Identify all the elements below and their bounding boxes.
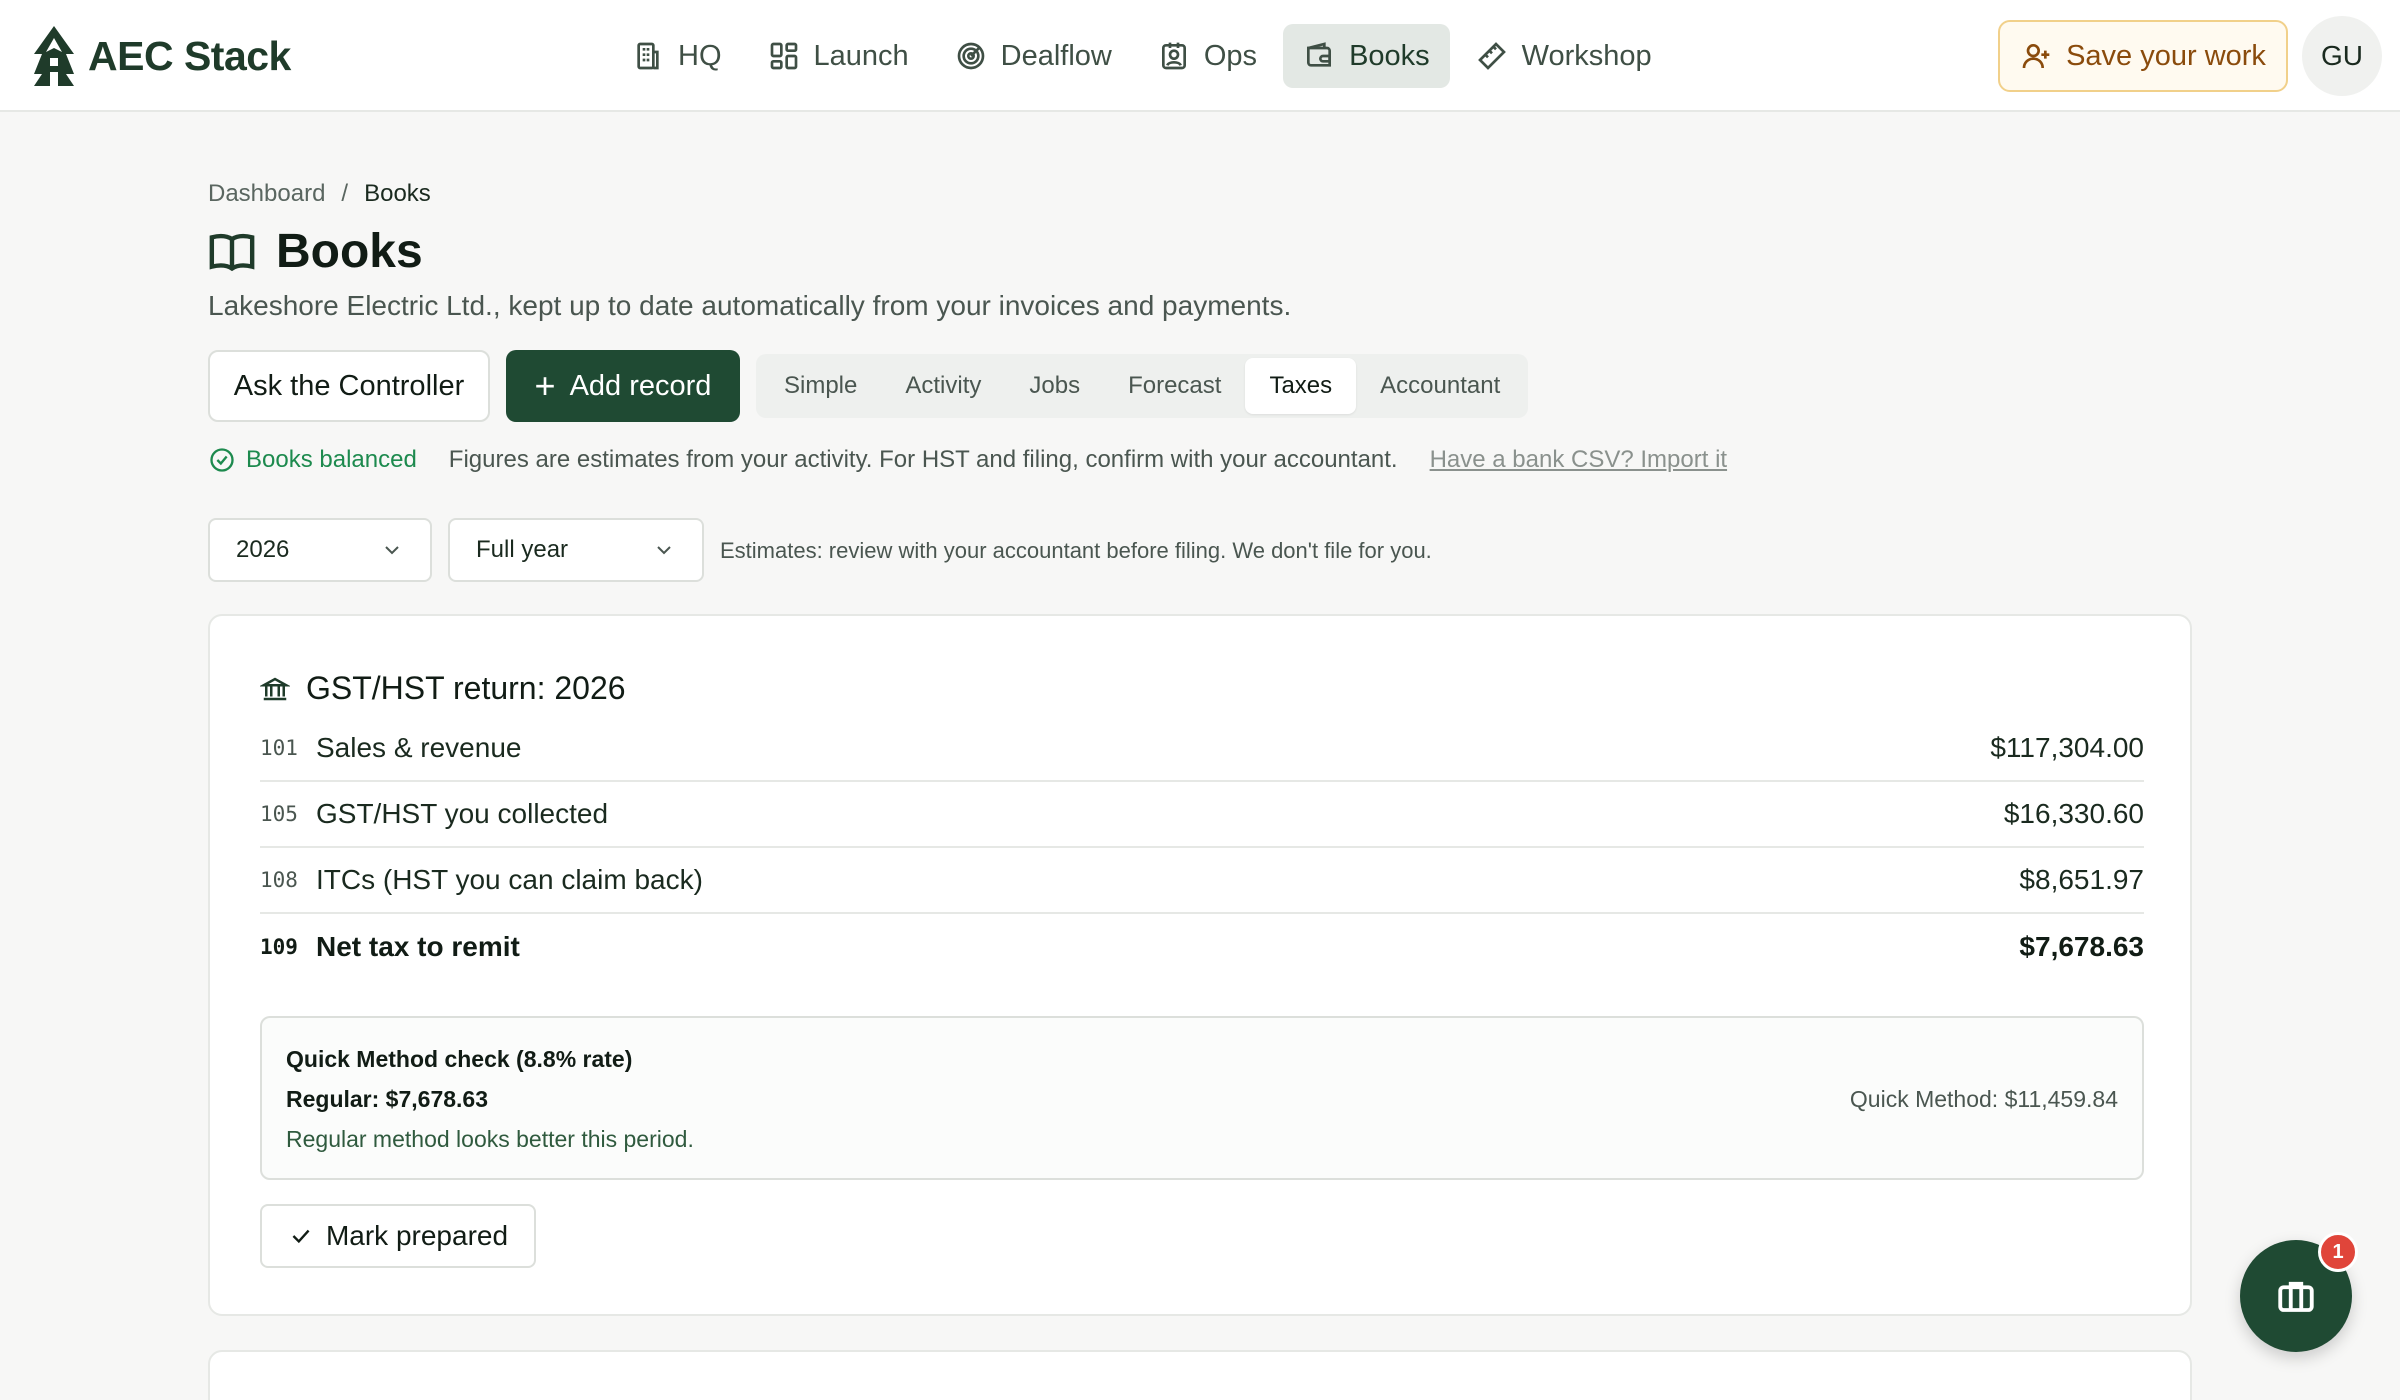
tab-simple[interactable]: Simple (760, 358, 881, 414)
page-subtitle: Lakeshore Electric Ltd., kept up to date… (208, 290, 1292, 321)
tab-activity[interactable]: Activity (881, 358, 1005, 414)
books-balanced-label: Books balanced (246, 446, 417, 473)
tab-taxes[interactable]: Taxes (1245, 358, 1357, 414)
tab-forecast[interactable]: Forecast (1104, 358, 1245, 414)
quick-method-value: Quick Method: $11,459.84 (1849, 1086, 2118, 1112)
tab-accountant[interactable]: Accountant (1356, 358, 1524, 414)
regular-method-value: Regular: $7,678.63 (286, 1086, 489, 1112)
logo-icon (34, 26, 74, 86)
nav-workshop[interactable]: Workshop (1456, 24, 1672, 88)
nav-books[interactable]: Books (1283, 24, 1450, 88)
nav-workshop-label: Workshop (1521, 39, 1652, 72)
line-code: 109 (260, 935, 298, 959)
line-code: 108 (260, 868, 298, 892)
page-title-text: Books (276, 225, 423, 278)
target-icon (957, 42, 984, 70)
grid-icon (770, 42, 797, 70)
user-avatar[interactable]: GU (2302, 16, 2382, 96)
page-title: Books (208, 224, 423, 279)
nav-books-label: Books (1349, 39, 1430, 72)
check-icon (292, 1229, 310, 1244)
line-label: GST/HST you collected (316, 798, 609, 829)
line-amount: $16,330.60 (2003, 798, 2144, 829)
year-select-value: 2026 (236, 536, 290, 563)
books-balanced-status: Books balanced (208, 446, 417, 474)
nav-ops-label: Ops (1203, 39, 1258, 72)
filing-disclaimer: Estimates: review with your accountant b… (720, 538, 1432, 563)
save-your-work-button[interactable]: Save your work (1998, 20, 2288, 92)
nav-hq[interactable]: HQ (612, 24, 742, 88)
table-row: 105 GST/HST you collected $16,330.60 (260, 782, 2144, 848)
table-row: 108 ITCs (HST you can claim back) $8,651… (260, 848, 2144, 914)
table-row: 101 Sales & revenue $117,304.00 (260, 716, 2144, 782)
ask-controller-button[interactable]: Ask the Controller (208, 350, 490, 422)
breadcrumb: Dashboard / Books (208, 180, 431, 208)
period-select[interactable]: Full year (448, 518, 704, 582)
mark-prepared-button[interactable]: Mark prepared (260, 1204, 536, 1268)
year-select[interactable]: 2026 (208, 518, 432, 582)
notification-badge: 1 (2318, 1232, 2358, 1272)
card-title: GST/HST return: 2026 (260, 670, 626, 707)
save-your-work-label: Save your work (2066, 39, 2266, 72)
building-icon (637, 42, 659, 70)
status-row: Books balanced Figures are estimates fro… (208, 446, 1727, 474)
line-label: ITCs (HST you can claim back) (316, 864, 703, 895)
quick-method-title: Quick Method check (8.8% rate) (286, 1046, 633, 1072)
nav-hq-label: HQ (678, 39, 722, 72)
estimates-note: Figures are estimates from your activity… (448, 446, 1398, 473)
line-label: Sales & revenue (316, 732, 522, 763)
add-record-label: Add record (569, 369, 712, 402)
return-lines: 101 Sales & revenue $117,304.00 105 GST/… (260, 716, 2144, 980)
nav-launch[interactable]: Launch (748, 24, 929, 88)
nav-launch-label: Launch (813, 39, 909, 72)
line-amount: $8,651.97 (2019, 864, 2144, 895)
main-nav: HQ Launch Dealflow Ops Books Workshop (612, 24, 1672, 88)
top-navbar: AEC Stack HQ Launch Dealflow Ops Books W… (0, 0, 2400, 112)
nav-ops[interactable]: Ops (1138, 24, 1277, 88)
line-label: Net tax to remit (316, 931, 520, 962)
chevron-down-icon (385, 546, 399, 555)
user-plus-icon (2022, 44, 2050, 69)
quick-method-check: Quick Method check (8.8% rate) Regular: … (260, 1016, 2144, 1180)
plus-icon: + (534, 365, 556, 406)
check-circle-icon (210, 448, 234, 472)
next-card (208, 1350, 2192, 1400)
breadcrumb-current: Books (364, 180, 431, 207)
net-tax-row: 109 Net tax to remit $7,678.63 (260, 914, 2144, 980)
import-csv-link[interactable]: Have a bank CSV? Import it (1430, 446, 1727, 474)
mark-prepared-label: Mark prepared (325, 1220, 509, 1251)
breadcrumb-dashboard[interactable]: Dashboard (208, 180, 325, 208)
chevron-down-icon (657, 546, 671, 555)
open-book-icon (209, 233, 255, 271)
method-recommendation: Regular method looks better this period. (286, 1126, 694, 1152)
briefcase-icon (2278, 1281, 2314, 1312)
breadcrumb-separator: / (341, 180, 349, 207)
line-code: 105 (260, 802, 298, 826)
period-select-value: Full year (476, 536, 569, 563)
ruler-icon (1477, 42, 1506, 70)
tab-jobs[interactable]: Jobs (1005, 358, 1104, 414)
books-tabs: Simple Activity Jobs Forecast Taxes Acco… (756, 354, 1529, 418)
card-title-text: GST/HST return: 2026 (306, 670, 626, 706)
line-code: 101 (260, 736, 298, 760)
nav-dealflow-label: Dealflow (1000, 39, 1112, 72)
wallet-icon (1307, 42, 1332, 67)
nav-dealflow[interactable]: Dealflow (935, 24, 1132, 88)
id-badge-icon (1161, 42, 1186, 70)
line-amount: $117,304.00 (1990, 732, 2144, 763)
line-amount: $7,678.63 (2019, 931, 2144, 962)
add-record-button[interactable]: + Add record (506, 350, 740, 422)
app-logo[interactable]: AEC Stack (30, 24, 291, 88)
gst-hst-return-card: GST/HST return: 2026 101 Sales & revenue… (208, 614, 2192, 1316)
app-name: AEC Stack (88, 32, 291, 79)
bank-icon (260, 677, 290, 700)
